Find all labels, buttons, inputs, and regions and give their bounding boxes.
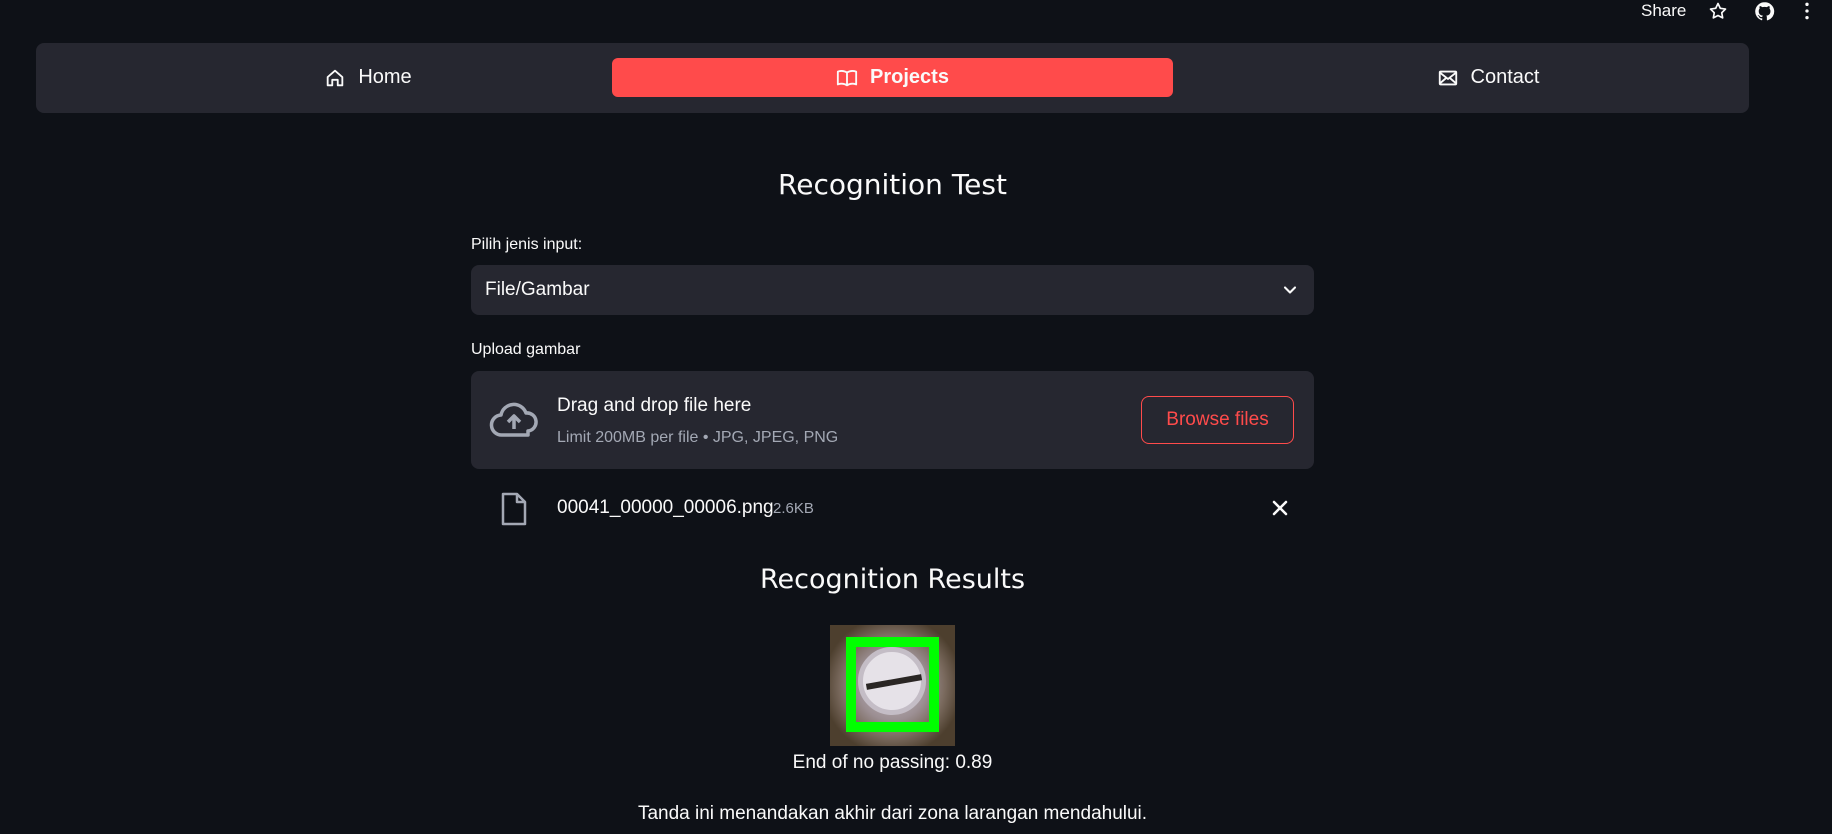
nav-item-label: Contact xyxy=(1470,66,1540,88)
select-value: File/Gambar xyxy=(485,279,590,300)
nav-item-contact[interactable]: Contact xyxy=(1388,58,1588,97)
dropzone-subtitle: Limit 200MB per file • JPG, JPEG, PNG xyxy=(557,429,839,446)
envelope-icon xyxy=(1438,70,1457,85)
nav-item-label: Projects xyxy=(870,66,949,88)
home-icon xyxy=(327,69,344,86)
detection-box xyxy=(846,637,939,732)
upload-label: Upload gambar xyxy=(471,341,581,358)
nav-item-label: Home xyxy=(358,66,412,88)
share-button[interactable]: Share xyxy=(1641,0,1686,22)
close-icon[interactable] xyxy=(1270,498,1290,518)
prediction-description: Tanda ini menandakan akhir dari zona lar… xyxy=(637,803,1148,824)
dropzone-title: Drag and drop file here xyxy=(557,395,752,416)
nav-item-projects[interactable]: Projects xyxy=(612,58,1173,97)
page-title: Recognition Test xyxy=(778,168,1007,201)
result-image xyxy=(830,625,955,746)
results-title: Recognition Results xyxy=(759,564,1026,595)
file-dropzone[interactable]: Drag and drop file here Limit 200MB per … xyxy=(471,371,1314,469)
nav-bar: Home Projects Contact xyxy=(36,43,1749,113)
book-icon xyxy=(836,69,858,86)
uploaded-file-row: 00041_00000_00006.png 2.6KB xyxy=(471,490,1314,526)
nav-item-home[interactable]: Home xyxy=(283,58,453,97)
file-size: 2.6KB xyxy=(773,500,814,517)
star-icon[interactable] xyxy=(1707,0,1729,22)
prediction-text: End of no passing: 0.89 xyxy=(792,752,993,773)
input-type-label: Pilih jenis input: xyxy=(471,236,583,253)
cloud-upload-icon xyxy=(489,402,538,437)
file-icon xyxy=(501,492,527,526)
chevron-down-icon xyxy=(1283,286,1297,294)
browse-files-button[interactable]: Browse files xyxy=(1141,396,1294,444)
file-name: 00041_00000_00006.png xyxy=(557,497,774,518)
input-type-select[interactable]: File/Gambar xyxy=(471,265,1314,315)
more-vert-icon[interactable] xyxy=(1796,0,1818,22)
github-icon[interactable] xyxy=(1753,0,1775,22)
